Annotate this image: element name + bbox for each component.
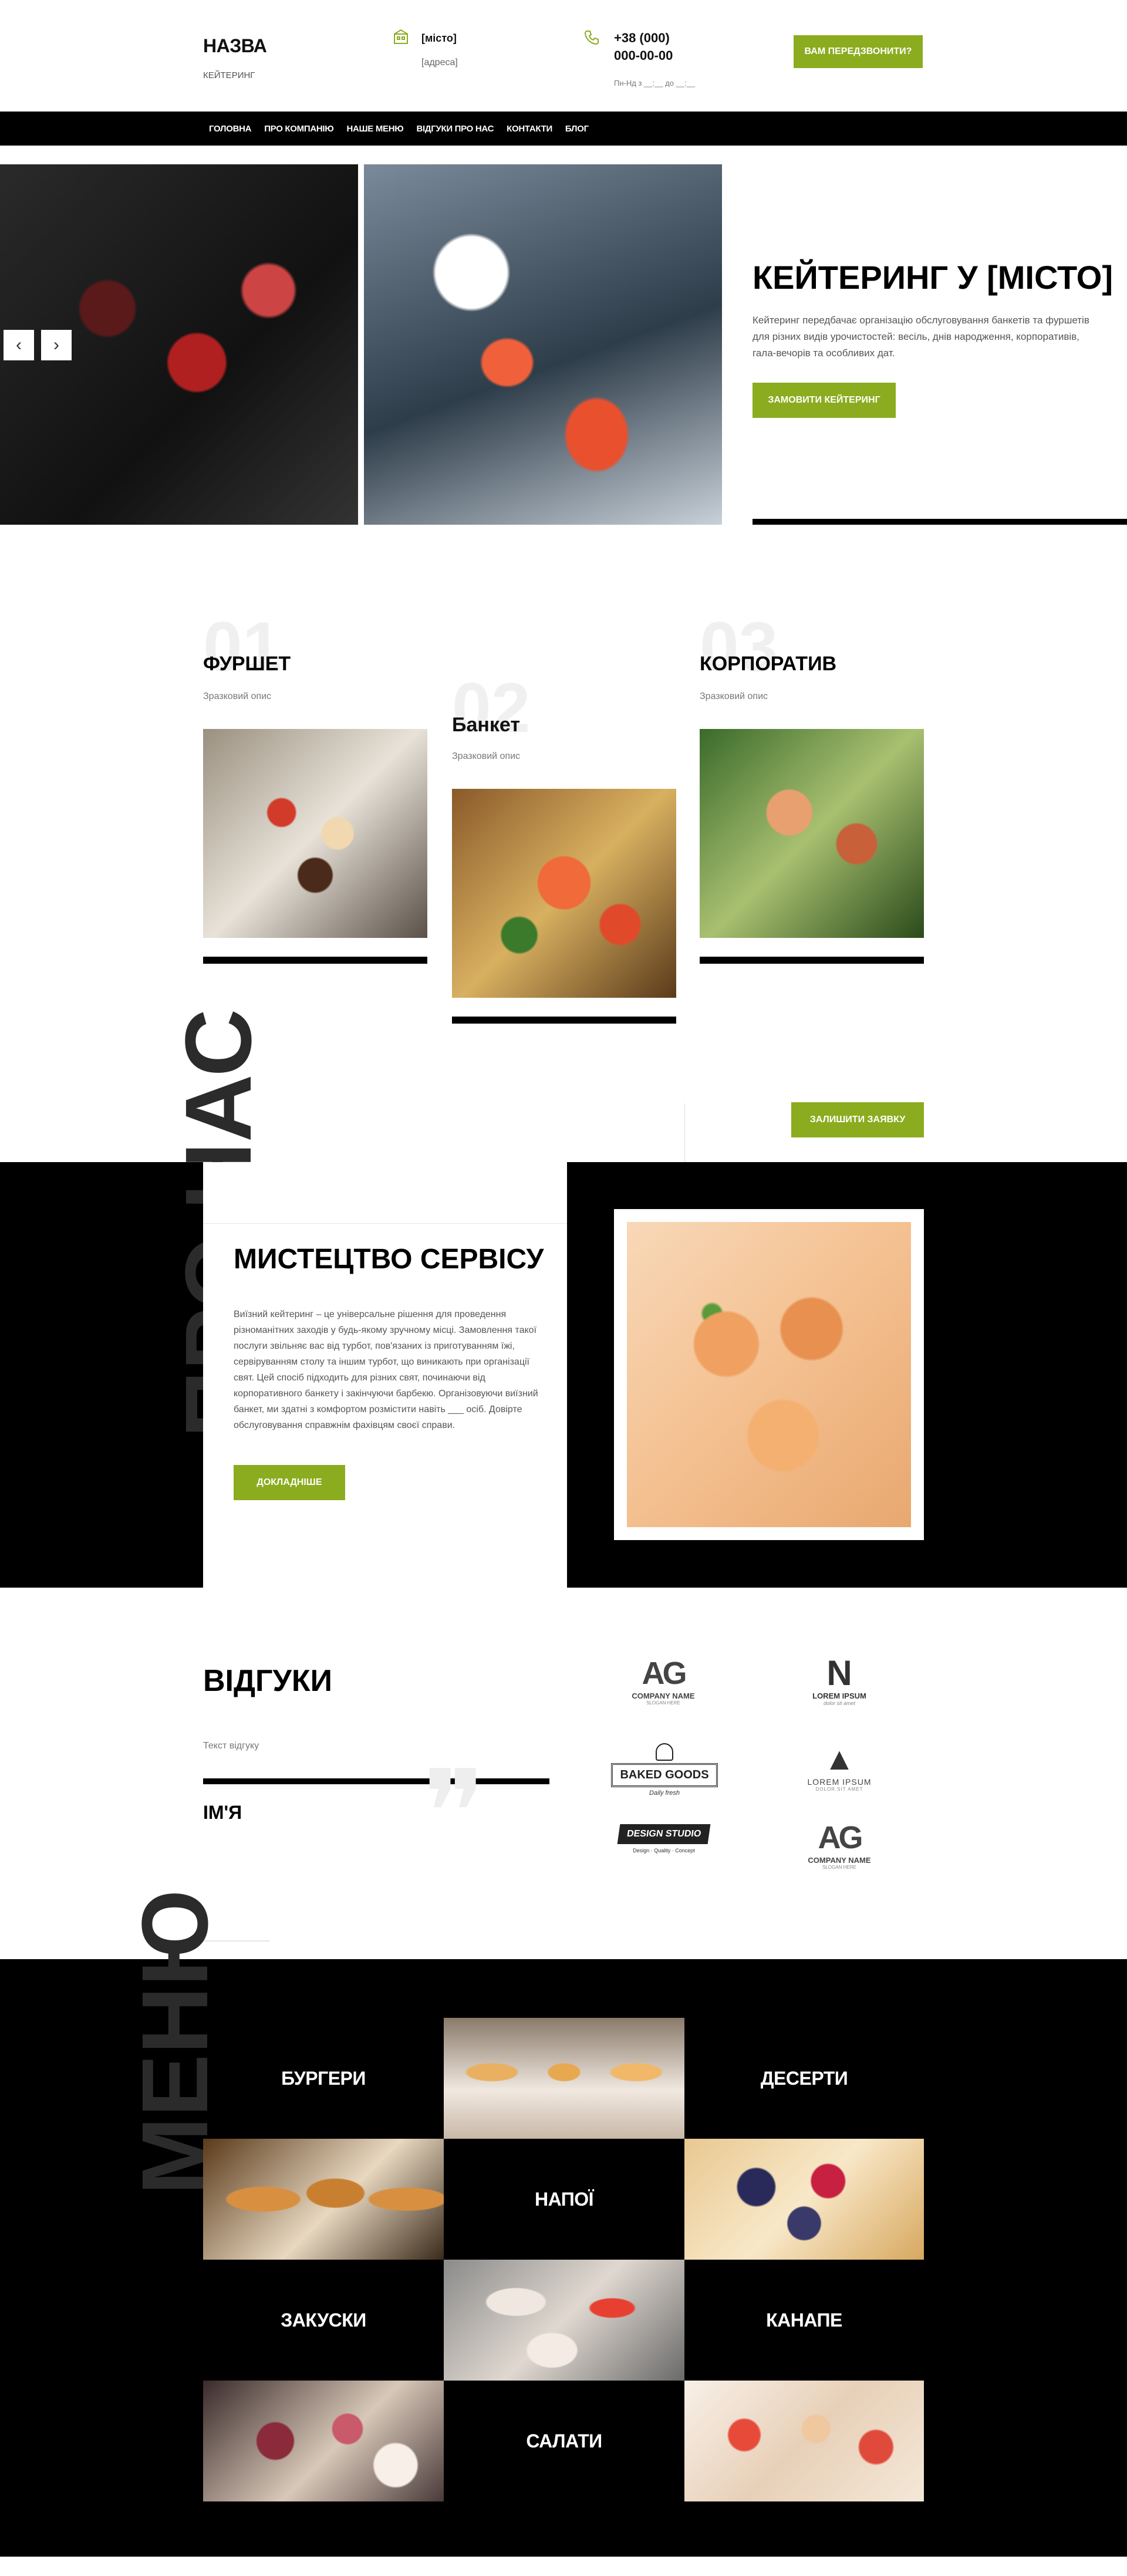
partner-logo-3: BAKED GOODS Daily fresh (600, 1743, 729, 1808)
brand-name[interactable]: НАЗВА (203, 35, 267, 57)
hero-title: КЕЙТЕРИНГ У [МІСТО] (753, 259, 1113, 296)
logo-mark-3: BAKED GOODS (611, 1763, 718, 1787)
nav-item-reviews[interactable]: ВІДГУКИ ПРО НАС (416, 124, 494, 134)
brand-tagline: КЕЙТЕРИНГ (203, 70, 255, 80)
quote-icon: ❞ (423, 1745, 486, 1882)
nav-item-about[interactable]: ПРО КОМПАНІЮ (264, 124, 334, 134)
cupcake-icon (656, 1743, 673, 1761)
phone-line-1[interactable]: +38 (000) (614, 31, 670, 46)
partner-logo-6: AG COMPANY NAME SLOGAN HERE (798, 1819, 880, 1884)
logo-caption-5: Design · Quality · Concept (633, 1848, 695, 1853)
logo-caption-6: COMPANY NAME (808, 1856, 871, 1865)
phone-icon (583, 29, 600, 46)
menu-category-desserts[interactable]: ДЕСЕРТИ (684, 2018, 924, 2139)
about-title: МИСТЕЦТВО СЕРВІСУ (234, 1244, 544, 1275)
logo-mark-2: N (826, 1653, 852, 1693)
menu-image-drinks[interactable] (444, 2018, 684, 2139)
divider-line (684, 1103, 685, 1162)
logo-caption-4: LOREM IPSUM (807, 1777, 872, 1787)
city-name: [місто] (421, 32, 457, 44)
review-divider-bar (203, 1778, 549, 1784)
about-card-line (203, 1223, 567, 1224)
service-desc-1: Зразковий опис (203, 691, 272, 701)
main-nav: ГОЛОВНА ПРО КОМПАНІЮ НАШЕ МЕНЮ ВІДГУКИ П… (0, 112, 1127, 146)
partner-logo-5: DESIGN STUDIO Design · Quality · Concept (602, 1824, 726, 1889)
menu-image-snacks[interactable] (203, 2381, 444, 2501)
menu-image-desserts[interactable] (684, 2139, 924, 2260)
service-title-2: Банкет (452, 714, 521, 736)
logo-caption-1: COMPANY NAME (632, 1692, 695, 1700)
city-icon (392, 28, 410, 46)
hero-slide-image-2 (364, 164, 722, 525)
phone-line-2[interactable]: 000-00-00 (614, 48, 673, 63)
logo-sub-1: SLOGAN HERE (646, 1700, 680, 1706)
service-bar-1 (203, 957, 427, 964)
logo-sub-2: dolor sit amet (823, 1700, 856, 1706)
partner-logo-4: ▲ LOREM IPSUM DOLOR SIT AMET (792, 1741, 886, 1805)
menu-category-snacks[interactable]: ЗАКУСКИ (203, 2260, 444, 2381)
service-image-2[interactable] (452, 789, 676, 998)
about-text: Виїзний кейтеринг – це універсальне ріше… (234, 1309, 538, 1430)
leave-request-button[interactable]: ЗАЛИШИТИ ЗАЯВКУ (791, 1102, 924, 1137)
partner-logo-1: AG COMPANY NAME SLOGAN HERE (622, 1655, 704, 1720)
address: [адреса] (421, 58, 458, 67)
about-image (627, 1222, 911, 1527)
site-header: НАЗВА КЕЙТЕРИНГ [місто] [адреса] +38 (00… (0, 0, 1127, 112)
callback-button[interactable]: ВАМ ПЕРЕДЗВОНИТИ? (794, 35, 923, 68)
logo-mark-1: AG (642, 1656, 687, 1691)
nav-item-home[interactable]: ГОЛОВНА (209, 124, 252, 134)
nav-item-contacts[interactable]: КОНТАКТИ (507, 124, 552, 134)
menu-category-canapes[interactable]: КАНАПЕ (684, 2260, 924, 2381)
menu-image-salads[interactable] (444, 2260, 684, 2381)
service-bar-2 (452, 1017, 676, 1024)
slider-next-arrow-icon[interactable]: › (41, 330, 72, 360)
slider-prev-arrow-icon[interactable]: ‹ (4, 330, 34, 360)
review-author: ІМ'Я (203, 1802, 242, 1823)
service-title-3: КОРПОРАТИВ (700, 653, 837, 675)
hero-divider-bar (753, 519, 1127, 525)
menu-image-canapes[interactable] (684, 2381, 924, 2501)
nav-item-menu[interactable]: НАШЕ МЕНЮ (346, 124, 403, 134)
logo-mark-5: DESIGN STUDIO (617, 1824, 711, 1844)
service-desc-3: Зразковий опис (700, 691, 768, 701)
menu-category-drinks[interactable]: НАПОЇ (444, 2139, 684, 2260)
order-catering-button[interactable]: ЗАМОВИТИ КЕЙТЕРИНГ (753, 383, 896, 418)
nav-item-blog[interactable]: БЛОГ (565, 124, 589, 134)
reviews-title: ВІДГУКИ (203, 1664, 332, 1698)
review-text: Текст відгуку (203, 1741, 259, 1751)
menu-category-burgers[interactable]: БУРГЕРИ (203, 2018, 444, 2139)
logo-caption-3: Daily fresh (649, 1790, 680, 1797)
working-hours: Пн-Нд з __:__ до __:__ (614, 79, 696, 87)
logo-mark-4: ▲ (824, 1741, 855, 1777)
hero-description: Кейтеринг передбачає організацію обслуго… (753, 315, 1089, 359)
more-button[interactable]: ДОКЛАДНІШЕ (234, 1465, 345, 1500)
service-image-3[interactable] (700, 729, 924, 938)
menu-image-burgers[interactable] (203, 2139, 444, 2260)
logo-sub-4: DOLOR SIT AMET (815, 1787, 863, 1792)
logo-caption-2: LOREM IPSUM (812, 1692, 866, 1700)
logo-sub-6: SLOGAN HERE (822, 1865, 856, 1870)
logo-mark-6: AG (818, 1820, 863, 1855)
service-bar-3 (700, 957, 924, 964)
partner-logo-2: N LOREM IPSUM dolor sit amet (798, 1655, 880, 1720)
service-title-1: ФУРШЕТ (203, 653, 291, 675)
menu-category-salads[interactable]: САЛАТИ (444, 2381, 684, 2501)
service-image-1[interactable] (203, 729, 427, 938)
service-desc-2: Зразковий опис (452, 751, 521, 761)
